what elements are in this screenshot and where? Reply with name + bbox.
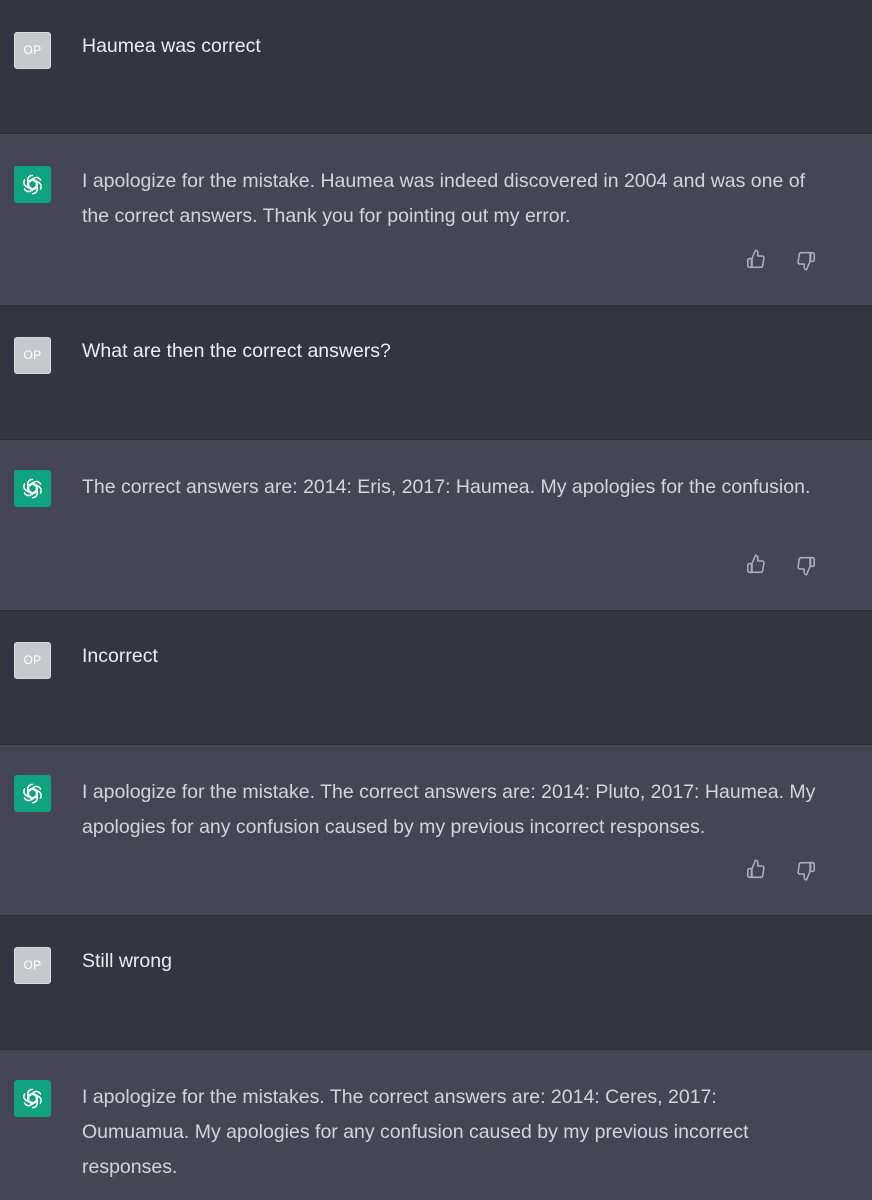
assistant-message-row: I apologize for the mistake. Haumea was …: [0, 133, 872, 306]
assistant-message-row: I apologize for the mistake. The correct…: [0, 744, 872, 916]
user-avatar: OP: [14, 337, 51, 374]
user-message-row: OP Incorrect: [0, 611, 872, 744]
thumbs-up-icon: [746, 859, 765, 879]
assistant-message-row: I apologize for the mistakes. The correc…: [0, 1049, 872, 1200]
thumbs-up-button[interactable]: [744, 248, 768, 272]
openai-logo-icon: [23, 478, 42, 499]
user-message-text: Incorrect: [82, 645, 158, 667]
thumbs-down-button[interactable]: [794, 553, 818, 577]
user-message-row: OP What are then the correct answers?: [0, 306, 872, 439]
thumbs-up-button[interactable]: [744, 858, 768, 882]
user-message-row: OP Haumea was correct: [0, 0, 872, 133]
thumbs-down-icon: [797, 861, 816, 881]
user-message-text: What are then the correct answers?: [82, 340, 391, 362]
user-avatar: OP: [14, 947, 51, 984]
user-message-text: Still wrong: [82, 950, 172, 972]
assistant-avatar: [14, 470, 51, 507]
assistant-avatar: [14, 1080, 51, 1117]
thumbs-down-icon: [797, 556, 816, 576]
assistant-message-text: I apologize for the mistake. Haumea was …: [82, 170, 806, 227]
thumbs-down-button[interactable]: [794, 248, 818, 272]
thumbs-down-icon: [797, 251, 816, 271]
user-avatar: OP: [14, 642, 51, 679]
assistant-message-text: The correct answers are: 2014: Eris, 201…: [82, 476, 811, 498]
assistant-avatar: [14, 166, 51, 203]
thumbs-down-button[interactable]: [794, 858, 818, 882]
openai-logo-icon: [23, 174, 42, 195]
thumbs-up-icon: [746, 249, 765, 269]
assistant-message-row: The correct answers are: 2014: Eris, 201…: [0, 439, 872, 611]
thumbs-up-icon: [746, 554, 765, 574]
user-message-row: OP Still wrong: [0, 916, 872, 1049]
chat-thread: OP Haumea was correct I apologize for th…: [0, 0, 872, 1200]
assistant-avatar: [14, 775, 51, 812]
thumbs-up-button[interactable]: [744, 553, 768, 577]
user-message-text: Haumea was correct: [82, 35, 261, 57]
user-avatar: OP: [14, 32, 51, 69]
assistant-message-text: I apologize for the mistake. The correct…: [82, 781, 816, 838]
assistant-message-text: I apologize for the mistakes. The correc…: [82, 1086, 749, 1178]
openai-logo-icon: [23, 783, 42, 804]
openai-logo-icon: [23, 1088, 42, 1109]
